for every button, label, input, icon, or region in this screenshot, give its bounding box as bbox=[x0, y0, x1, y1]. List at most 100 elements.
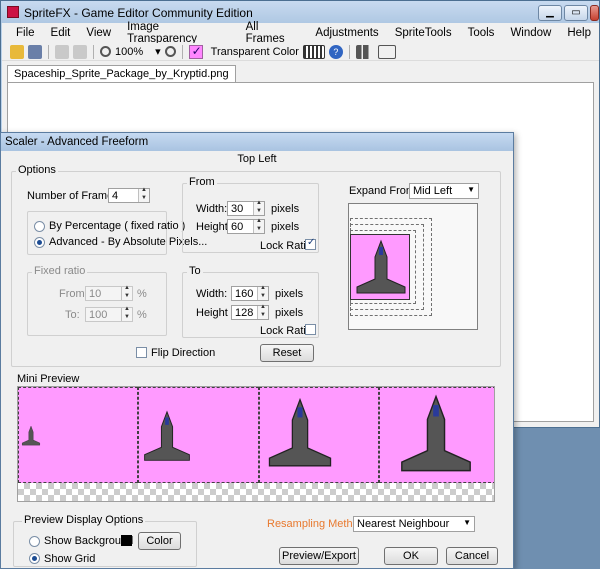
from-label: From bbox=[187, 176, 217, 188]
ratio-from-stepper[interactable]: 10 bbox=[85, 285, 133, 301]
title-bar: SpriteFX - Game Editor Community Edition… bbox=[1, 1, 599, 23]
flip-direction-label: Flip Direction bbox=[151, 347, 216, 359]
expand-from-label: Expand From: bbox=[349, 185, 419, 197]
transparent-color-swatch[interactable] bbox=[188, 44, 203, 59]
from-width-units: pixels bbox=[271, 203, 300, 215]
toolbar-separator bbox=[348, 44, 350, 59]
menu-file[interactable]: File bbox=[8, 27, 43, 39]
cancel-button[interactable]: Cancel bbox=[446, 547, 498, 565]
document-tab[interactable]: Spaceship_Sprite_Package_by_Kryptid.png bbox=[7, 65, 236, 82]
menu-edit[interactable]: Edit bbox=[43, 27, 79, 39]
menu-help[interactable]: Help bbox=[559, 27, 599, 39]
spaceship-icon bbox=[356, 239, 406, 294]
preview-export-button[interactable]: Preview/Export bbox=[279, 547, 359, 565]
to-height-stepper[interactable]: 128 bbox=[231, 304, 269, 320]
zoom-out-icon[interactable] bbox=[100, 46, 111, 57]
from-width-label: Width: bbox=[196, 203, 228, 215]
resampling-method-select[interactable]: Nearest Neighbour ▼ bbox=[353, 516, 475, 532]
ratio-to-value: 100 bbox=[89, 309, 108, 321]
window-title: SpriteFX - Game Editor Community Edition bbox=[24, 6, 253, 20]
expand-preview bbox=[348, 203, 478, 330]
fixed-ratio-group: Fixed ratio bbox=[27, 265, 167, 336]
menu-window[interactable]: Window bbox=[502, 27, 559, 39]
menu-all-frames[interactable]: All Frames bbox=[238, 21, 308, 45]
dialog-title: Scaler - Advanced Freeform bbox=[5, 136, 149, 148]
ok-button[interactable]: OK bbox=[384, 547, 438, 565]
preview-display-label: Preview Display Options bbox=[22, 514, 146, 526]
spaceship-icon bbox=[268, 397, 332, 467]
background-color-swatch[interactable] bbox=[121, 535, 132, 546]
paste-icon[interactable] bbox=[73, 44, 87, 59]
zoom-in-icon[interactable] bbox=[164, 46, 176, 57]
by-percentage-radio[interactable] bbox=[34, 221, 45, 232]
zoom-select[interactable]: 100% ▾ bbox=[115, 45, 161, 59]
show-background-radio[interactable] bbox=[29, 536, 40, 547]
stepper-arrows-icon[interactable] bbox=[253, 218, 264, 233]
menu-view[interactable]: View bbox=[78, 27, 119, 39]
zoom-value: 100% bbox=[115, 45, 144, 58]
toolbar-separator bbox=[93, 44, 94, 59]
toolbar-separator bbox=[181, 44, 183, 59]
color-button[interactable]: Color bbox=[138, 532, 181, 550]
from-height-value: 60 bbox=[231, 221, 244, 233]
help-icon[interactable]: ? bbox=[328, 44, 343, 59]
from-lock-ratio-checkbox[interactable] bbox=[305, 237, 316, 250]
spaceship-icon bbox=[144, 410, 190, 461]
stepper-arrows-icon[interactable] bbox=[121, 306, 132, 321]
show-grid-label: Show Grid bbox=[44, 553, 96, 565]
to-label: To bbox=[187, 265, 203, 277]
stepper-arrows-icon[interactable] bbox=[138, 187, 149, 202]
menu-spritetools[interactable]: SpriteTools bbox=[387, 27, 460, 39]
transparent-color-label: Transparent Color bbox=[210, 45, 299, 58]
stepper-arrows-icon[interactable] bbox=[121, 285, 132, 300]
to-height-value: 128 bbox=[235, 307, 254, 319]
preview-frame-4 bbox=[379, 387, 494, 483]
to-lock-ratio-checkbox[interactable] bbox=[305, 324, 316, 335]
close-button[interactable] bbox=[590, 5, 599, 21]
preview-frame-1 bbox=[18, 387, 138, 483]
to-width-units: pixels bbox=[275, 288, 304, 300]
show-grid-radio[interactable] bbox=[29, 553, 40, 564]
ratio-to-stepper[interactable]: 100 bbox=[85, 306, 133, 322]
scaler-dialog: Scaler - Advanced Freeform Top Left Opti… bbox=[0, 132, 514, 569]
flip-direction-checkbox[interactable] bbox=[136, 347, 147, 358]
minimize-button[interactable]: ▁ bbox=[538, 5, 562, 21]
options-label: Options bbox=[16, 164, 58, 176]
mini-preview bbox=[17, 386, 495, 502]
menu-image-transparency[interactable]: Image Transparency bbox=[119, 21, 238, 45]
resampling-method-label: Resampling Method bbox=[267, 518, 365, 530]
chevron-down-icon: ▾ bbox=[155, 46, 161, 58]
preview-frame-2 bbox=[138, 387, 259, 483]
by-percentage-label: By Percentage ( fixed ratio ) bbox=[49, 220, 186, 232]
toolbar-separator bbox=[48, 44, 49, 59]
save-icon[interactable] bbox=[28, 44, 42, 59]
dialog-title-bar: Scaler - Advanced Freeform bbox=[1, 133, 513, 151]
from-width-value: 30 bbox=[231, 203, 244, 215]
expand-from-select[interactable]: Mid Left ▼ bbox=[409, 183, 479, 199]
menu-tools[interactable]: Tools bbox=[460, 27, 503, 39]
reset-button[interactable]: Reset bbox=[260, 344, 314, 362]
open-icon[interactable] bbox=[10, 44, 24, 59]
advanced-radio[interactable] bbox=[34, 237, 45, 248]
stepper-arrows-icon[interactable] bbox=[257, 285, 268, 300]
run-animation-icon[interactable] bbox=[355, 44, 374, 59]
spaceship-icon bbox=[401, 394, 471, 472]
app-icon bbox=[7, 6, 19, 18]
chevron-down-icon: ▼ bbox=[467, 185, 475, 194]
filmstrip-icon[interactable] bbox=[302, 44, 325, 59]
stepper-arrows-icon[interactable] bbox=[257, 304, 268, 319]
from-width-stepper[interactable]: 30 bbox=[227, 200, 265, 216]
to-width-label: Width: bbox=[196, 288, 228, 300]
to-height-label: Height bbox=[196, 307, 228, 319]
chevron-down-icon: ▼ bbox=[463, 518, 471, 527]
from-height-stepper[interactable]: 60 bbox=[227, 218, 265, 234]
menu-adjustments[interactable]: Adjustments bbox=[307, 27, 386, 39]
stepper-arrows-icon[interactable] bbox=[253, 200, 264, 215]
export-icon[interactable] bbox=[377, 44, 396, 59]
maximize-button[interactable]: ▭ bbox=[564, 5, 588, 21]
num-frames-stepper[interactable]: 4 bbox=[108, 187, 150, 203]
copy-icon[interactable] bbox=[55, 44, 69, 59]
to-width-stepper[interactable]: 160 bbox=[231, 285, 269, 301]
preview-frame-3 bbox=[259, 387, 379, 483]
spaceship-icon bbox=[22, 425, 40, 446]
